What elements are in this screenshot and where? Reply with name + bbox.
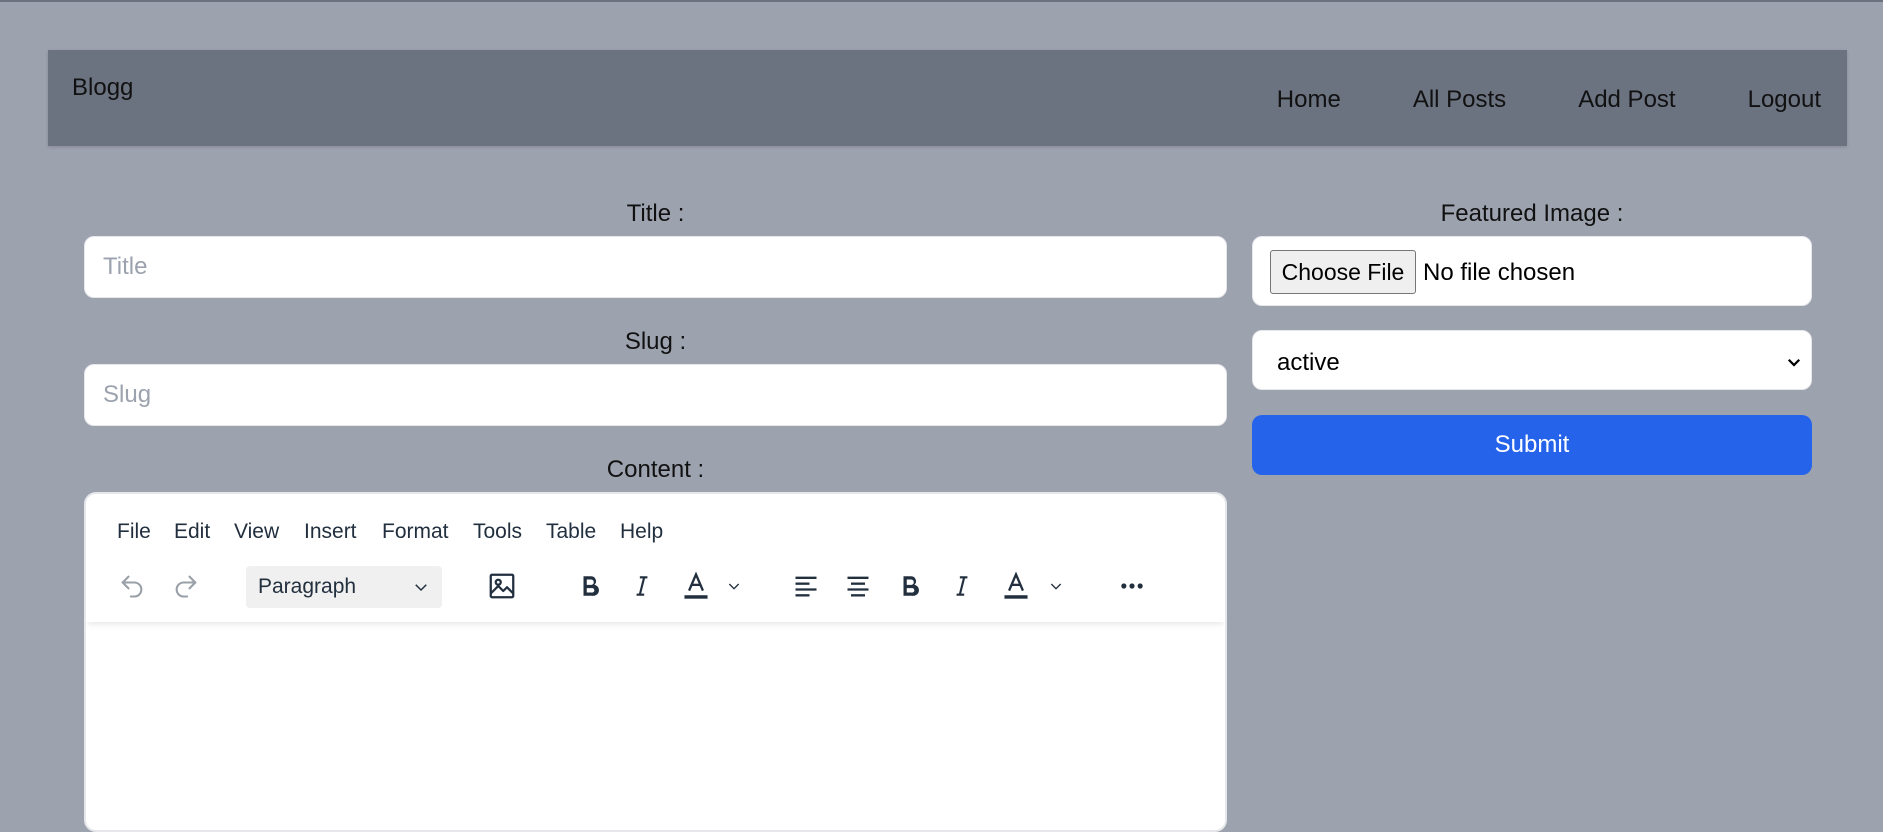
chevron-down-icon bbox=[1787, 358, 1801, 367]
menu-view[interactable]: View bbox=[234, 520, 279, 544]
top-border bbox=[0, 0, 1883, 2]
status-select[interactable]: active bbox=[1252, 330, 1812, 390]
slug-input[interactable] bbox=[84, 364, 1227, 426]
menu-edit[interactable]: Edit bbox=[174, 520, 210, 544]
title-input[interactable] bbox=[84, 236, 1227, 298]
menu-insert[interactable]: Insert bbox=[304, 520, 357, 544]
more-icon[interactable] bbox=[1114, 566, 1150, 606]
menu-help[interactable]: Help bbox=[620, 520, 663, 544]
nav-links: Home All Posts Add Post Logout bbox=[1241, 50, 1847, 146]
text-color-icon[interactable] bbox=[998, 566, 1034, 606]
nav-link-home[interactable]: Home bbox=[1241, 50, 1377, 146]
nav-link-all-posts[interactable]: All Posts bbox=[1377, 50, 1542, 146]
block-format-select[interactable]: Paragraph bbox=[246, 566, 442, 608]
undo-icon[interactable] bbox=[114, 566, 150, 606]
brand-logo[interactable]: Blogg bbox=[72, 74, 133, 102]
text-color-icon[interactable] bbox=[678, 566, 714, 606]
status-select-value: active bbox=[1277, 349, 1340, 376]
menu-table[interactable]: Table bbox=[546, 520, 596, 544]
title-label: Title : bbox=[626, 200, 685, 227]
file-status-text: No file chosen bbox=[1423, 259, 1576, 286]
submit-button[interactable]: Submit bbox=[1252, 415, 1812, 475]
rich-text-editor: File Edit View Insert Format Tools Table… bbox=[84, 492, 1227, 832]
chevron-down-icon[interactable] bbox=[1048, 578, 1064, 594]
nav-link-add-post[interactable]: Add Post bbox=[1542, 50, 1711, 146]
choose-file-button[interactable]: Choose File bbox=[1270, 250, 1416, 294]
nav-link-logout[interactable]: Logout bbox=[1712, 50, 1847, 146]
align-center-icon[interactable] bbox=[840, 566, 876, 606]
image-icon[interactable] bbox=[484, 566, 520, 606]
italic-icon[interactable] bbox=[624, 566, 660, 606]
redo-icon[interactable] bbox=[168, 566, 204, 606]
align-left-icon[interactable] bbox=[788, 566, 824, 606]
menu-file[interactable]: File bbox=[117, 520, 151, 544]
block-format-value: Paragraph bbox=[258, 575, 357, 598]
bold-icon[interactable] bbox=[572, 566, 608, 606]
featured-image-label: Featured Image : bbox=[1440, 200, 1624, 227]
slug-label: Slug : bbox=[624, 328, 687, 355]
featured-image-input: Choose File No file chosen bbox=[1252, 236, 1812, 306]
editor-toolbar: Paragraph bbox=[86, 556, 1225, 622]
editor-content-area[interactable] bbox=[86, 622, 1225, 830]
bold-icon[interactable] bbox=[892, 566, 928, 606]
menu-format[interactable]: Format bbox=[382, 520, 449, 544]
navbar: Blogg Home All Posts Add Post Logout bbox=[48, 50, 1847, 146]
italic-icon[interactable] bbox=[944, 566, 980, 606]
content-label: Content : bbox=[606, 456, 705, 483]
editor-menubar: File Edit View Insert Format Tools Table… bbox=[86, 494, 1225, 558]
chevron-down-icon bbox=[415, 584, 427, 592]
menu-tools[interactable]: Tools bbox=[473, 520, 522, 544]
chevron-down-icon[interactable] bbox=[726, 578, 742, 594]
